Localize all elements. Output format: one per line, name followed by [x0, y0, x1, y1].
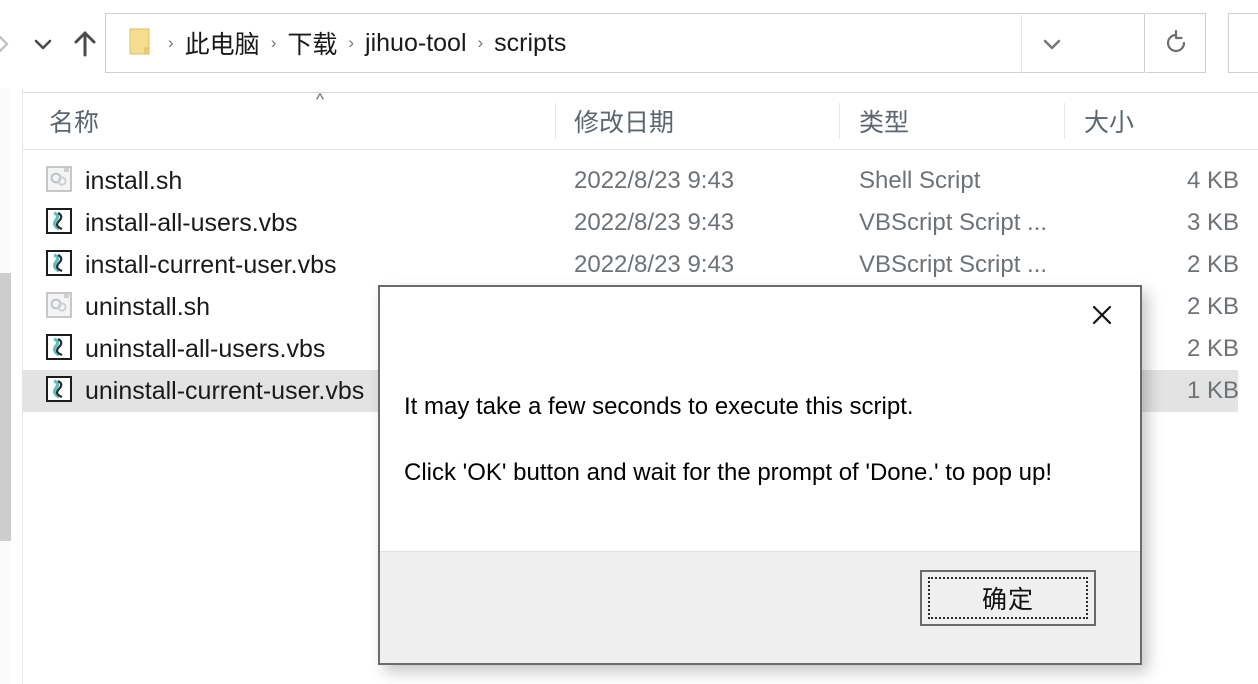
breadcrumb-item-0[interactable]: 此电脑 — [179, 21, 266, 65]
breadcrumb-item-1[interactable]: 下载 — [281, 21, 343, 65]
file-name-label: install-all-users.vbs — [85, 208, 298, 237]
file-name-label: install.sh — [85, 166, 183, 195]
breadcrumb-separator: › — [168, 33, 174, 52]
column-header-type[interactable]: 类型 — [840, 93, 1065, 149]
column-header-size[interactable]: 大小 — [1065, 93, 1258, 149]
file-type-cell: VBScript Script ... — [859, 209, 1048, 236]
column-header-name-label: 名称 — [49, 109, 100, 137]
file-name-cell: install.sh — [23, 165, 556, 198]
file-size-cell: 3 KB — [1186, 209, 1239, 236]
address-dropdown-chevron-down-icon[interactable] — [1021, 15, 1082, 73]
script-message-dialog: It may take a few seconds to execute thi… — [378, 285, 1142, 665]
close-icon[interactable] — [1082, 295, 1122, 335]
vbscript-file-icon — [45, 333, 73, 366]
ok-button-focus-ring: 确定 — [928, 577, 1088, 619]
scrollbar-thumb[interactable] — [0, 273, 11, 541]
shell-script-file-icon — [45, 291, 73, 324]
table-row[interactable]: install-current-user.vbs 2022/8/23 9:43 … — [23, 244, 1239, 286]
file-name-cell: install-all-users.vbs — [23, 207, 556, 240]
shell-script-file-icon — [45, 165, 73, 198]
recent-locations-chevron-down-icon[interactable] — [26, 18, 60, 70]
refresh-icon — [1166, 29, 1185, 53]
vbscript-file-icon — [45, 207, 73, 240]
nav-up-icon[interactable] — [68, 18, 102, 70]
column-header-type-label: 类型 — [859, 109, 910, 137]
dialog-title-bar — [380, 287, 1140, 343]
column-header-row: ^ 名称 修改日期 类型 大小 — [23, 91, 1258, 150]
file-date-cell: 2022/8/23 9:43 — [574, 251, 735, 278]
breadcrumb-separator: › — [477, 33, 484, 52]
dialog-message-line-1: It may take a few seconds to execute thi… — [404, 393, 914, 420]
file-name-label: uninstall-all-users.vbs — [85, 334, 326, 363]
dialog-footer: 确定 — [380, 551, 1140, 663]
ok-button-label: 确定 — [981, 586, 1034, 614]
nav-forward-icon[interactable] — [0, 18, 20, 70]
dialog-message-line-2: Click 'OK' button and wait for the promp… — [404, 458, 1053, 486]
vbscript-file-icon — [45, 375, 73, 408]
refresh-button[interactable] — [1146, 13, 1206, 73]
file-type-cell: VBScript Script ... — [859, 251, 1048, 278]
navigation-pane-scrollbar[interactable] — [0, 88, 11, 684]
file-name-label: uninstall.sh — [85, 292, 211, 321]
address-bar-right-edge — [1228, 13, 1258, 73]
file-type-cell: Shell Script — [859, 167, 981, 194]
folder-icon — [123, 24, 157, 63]
breadcrumb-item-2[interactable]: jihuo-tool — [359, 25, 472, 62]
file-size-cell: 4 KB — [1186, 167, 1239, 194]
file-date-cell: 2022/8/23 9:43 — [574, 167, 735, 194]
breadcrumb-separator: › — [348, 33, 355, 52]
dialog-message-body: It may take a few seconds to execute thi… — [380, 343, 1140, 551]
breadcrumb-item-3[interactable]: scripts — [488, 25, 572, 62]
file-name-label: install-current-user.vbs — [85, 250, 337, 279]
vbscript-file-icon — [45, 249, 73, 282]
file-date-cell: 2022/8/23 9:43 — [574, 209, 735, 236]
column-header-date[interactable]: 修改日期 — [556, 93, 840, 149]
ok-button[interactable]: 确定 — [920, 570, 1096, 626]
column-header-date-label: 修改日期 — [574, 109, 675, 137]
address-input[interactable]: › 此电脑 › 下载 › jihuo-tool › scripts — [105, 13, 1145, 73]
file-name-label: uninstall-current-user.vbs — [85, 376, 365, 405]
table-row[interactable]: install.sh 2022/8/23 9:43 Shell Script 4… — [23, 160, 1239, 202]
address-bar: › 此电脑 › 下载 › jihuo-tool › scripts — [0, 0, 1258, 88]
file-size-cell: 2 KB — [1186, 251, 1239, 278]
file-name-cell: install-current-user.vbs — [23, 249, 556, 282]
table-row[interactable]: install-all-users.vbs 2022/8/23 9:43 VBS… — [23, 202, 1239, 244]
breadcrumb-separator: › — [270, 33, 277, 52]
column-header-name[interactable]: 名称 — [23, 93, 556, 149]
column-header-size-label: 大小 — [1084, 109, 1135, 137]
